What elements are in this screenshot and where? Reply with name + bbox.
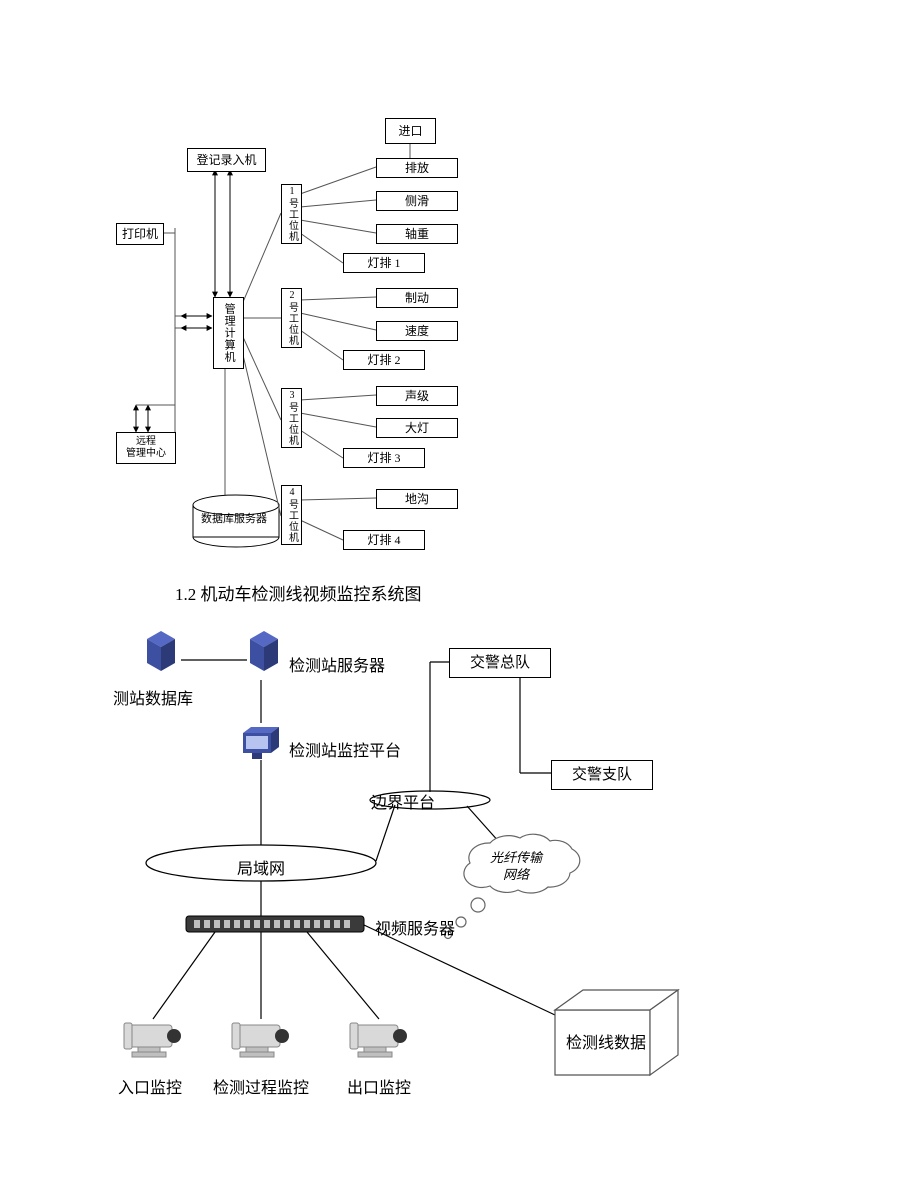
- label-monitor-platform: 检测站监控平台: [289, 737, 401, 761]
- label-cam-entry: 入口监控: [118, 1074, 182, 1098]
- box-s4-light: 灯排 4: [343, 530, 425, 550]
- label-cam-process: 检测过程监控: [213, 1074, 309, 1098]
- label-cam-exit: 出口监控: [347, 1074, 411, 1098]
- box-station1: 1号工位机: [281, 184, 302, 244]
- box-import: 进口: [385, 118, 436, 144]
- box-station3: 3号工位机: [281, 388, 302, 448]
- box-police-hq: 交警总队: [449, 648, 551, 678]
- box-station2: 2号工位机: [281, 288, 302, 348]
- camera-entry-icon: [120, 1019, 190, 1069]
- box-s1-item0: 排放: [376, 158, 458, 178]
- caption-text: 1.2 机动车检测线视频监控系统图: [175, 580, 422, 605]
- monitor-platform-icon: [237, 723, 285, 763]
- server-db-icon: [137, 627, 185, 675]
- box-remote-center: 远程 管理中心: [116, 432, 176, 464]
- box-s1-item2: 轴重: [376, 224, 458, 244]
- label-fiber: 光纤传输 网络: [490, 850, 542, 884]
- camera-exit-icon: [346, 1019, 416, 1069]
- label-db: 测站数据库: [113, 685, 193, 709]
- box-station4: 4号工位机: [281, 485, 302, 545]
- box-s2-item1: 速度: [376, 321, 458, 341]
- box-s3-item1: 大灯: [376, 418, 458, 438]
- box-manager: 管理计算机: [213, 297, 244, 369]
- camera-process-icon: [228, 1019, 298, 1069]
- label-station-server: 检测站服务器: [289, 652, 385, 676]
- box-s1-light: 灯排 1: [343, 253, 425, 273]
- label-lan: 局域网: [237, 855, 285, 879]
- box-printer: 打印机: [116, 223, 164, 245]
- box-s2-item0: 制动: [376, 288, 458, 308]
- label-line-data: 检测线数据: [566, 1029, 646, 1053]
- label-db-server: 数据库服务器: [201, 510, 267, 526]
- box-police-branch: 交警支队: [551, 760, 653, 790]
- label-boundary: 边界平台: [371, 789, 435, 813]
- server-station-icon: [240, 627, 288, 675]
- box-s1-item1: 侧滑: [376, 191, 458, 211]
- box-s2-light: 灯排 2: [343, 350, 425, 370]
- box-s3-item0: 声级: [376, 386, 458, 406]
- box-s3-light: 灯排 3: [343, 448, 425, 468]
- box-registrator: 登记录入机: [187, 148, 266, 172]
- label-video-server: 视频服务器: [375, 915, 455, 939]
- box-s4-item0: 地沟: [376, 489, 458, 509]
